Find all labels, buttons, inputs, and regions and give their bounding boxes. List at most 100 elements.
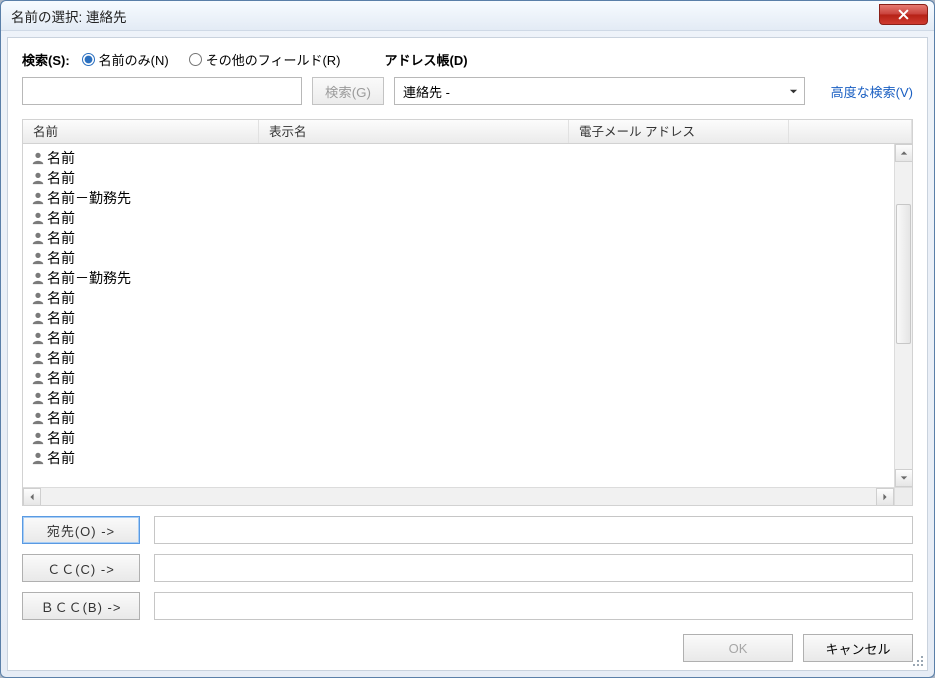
close-button[interactable]	[879, 4, 928, 25]
scroll-left-arrow[interactable]	[23, 488, 41, 505]
contact-name: 名前	[47, 448, 75, 468]
horizontal-scrollbar[interactable]	[23, 487, 894, 505]
scrollbar-corner	[894, 487, 912, 505]
resize-grip-icon[interactable]	[911, 654, 925, 668]
radio-name-only-input[interactable]	[82, 53, 95, 66]
scroll-right-arrow[interactable]	[876, 488, 894, 505]
cc-input[interactable]	[154, 554, 913, 582]
contact-row[interactable]: 名前－勤務先	[23, 188, 894, 208]
search-options-row: 検索(S): 名前のみ(N) その他のフィールド(R) アドレス帳(D)	[22, 50, 913, 69]
person-icon	[29, 211, 47, 225]
person-icon	[29, 231, 47, 245]
contact-rows[interactable]: 名前名前名前－勤務先名前名前名前名前－勤務先名前名前名前名前名前名前名前名前名前	[23, 144, 894, 487]
contact-row[interactable]: 名前－勤務先	[23, 268, 894, 288]
scroll-up-arrow[interactable]	[895, 144, 912, 162]
contact-row[interactable]: 名前	[23, 448, 894, 468]
contact-row[interactable]: 名前	[23, 288, 894, 308]
advanced-search-link[interactable]: 高度な検索(V)	[831, 82, 913, 101]
contact-row[interactable]: 名前	[23, 328, 894, 348]
person-icon	[29, 271, 47, 285]
cc-button[interactable]: ＣＣ(C) ->	[22, 554, 140, 582]
col-name[interactable]: 名前	[23, 120, 259, 143]
contact-row[interactable]: 名前	[23, 168, 894, 188]
contact-name: 名前	[47, 288, 75, 308]
bcc-button[interactable]: ＢＣＣ(B) ->	[22, 592, 140, 620]
contact-row[interactable]: 名前	[23, 228, 894, 248]
scroll-thumb[interactable]	[896, 204, 911, 344]
to-row: 宛先(O) ->	[22, 516, 913, 544]
radio-other-fields-input[interactable]	[189, 53, 202, 66]
chevron-up-icon	[900, 149, 908, 157]
col-spacer	[789, 120, 912, 143]
contact-name: 名前	[47, 228, 75, 248]
contact-name: 名前	[47, 348, 75, 368]
search-button[interactable]: 検索(G)	[312, 77, 384, 105]
person-icon	[29, 411, 47, 425]
person-icon	[29, 351, 47, 365]
radio-other-fields-label: その他のフィールド(R)	[206, 50, 341, 69]
search-controls-row: 検索(G) 連絡先 - 高度な検索(V)	[22, 77, 913, 105]
table-header: 名前 表示名 電子メール アドレス	[23, 120, 912, 144]
titlebar: 名前の選択: 連絡先	[1, 1, 934, 31]
dialog-content: 検索(S): 名前のみ(N) その他のフィールド(R) アドレス帳(D) 検索(…	[7, 37, 928, 671]
contact-name: 名前	[47, 328, 75, 348]
address-book-label: アドレス帳(D)	[385, 50, 468, 69]
address-book-dropdown[interactable]: 連絡先 -	[394, 77, 805, 105]
to-button[interactable]: 宛先(O) ->	[22, 516, 140, 544]
person-icon	[29, 191, 47, 205]
person-icon	[29, 391, 47, 405]
cc-row: ＣＣ(C) ->	[22, 554, 913, 582]
search-input[interactable]	[22, 77, 302, 105]
chevron-right-icon	[881, 493, 889, 501]
person-icon	[29, 251, 47, 265]
contact-name: 名前	[47, 388, 75, 408]
table-body: 名前名前名前－勤務先名前名前名前名前－勤務先名前名前名前名前名前名前名前名前名前	[23, 144, 912, 505]
search-label: 検索(S):	[22, 50, 70, 69]
contact-name: 名前－勤務先	[47, 268, 131, 288]
select-names-dialog: 名前の選択: 連絡先 検索(S): 名前のみ(N) その他のフィールド(R) ア…	[0, 0, 935, 678]
to-input[interactable]	[154, 516, 913, 544]
contact-row[interactable]: 名前	[23, 208, 894, 228]
dialog-footer: OK キャンセル	[22, 630, 913, 662]
contact-row[interactable]: 名前	[23, 428, 894, 448]
contact-row[interactable]: 名前	[23, 368, 894, 388]
person-icon	[29, 431, 47, 445]
col-display-name[interactable]: 表示名	[259, 120, 569, 143]
radio-other-fields[interactable]: その他のフィールド(R)	[189, 50, 341, 69]
contact-row[interactable]: 名前	[23, 248, 894, 268]
person-icon	[29, 291, 47, 305]
contact-row[interactable]: 名前	[23, 388, 894, 408]
contact-name: 名前	[47, 408, 75, 428]
person-icon	[29, 151, 47, 165]
bcc-input[interactable]	[154, 592, 913, 620]
recipient-section: 宛先(O) -> ＣＣ(C) -> ＢＣＣ(B) ->	[22, 516, 913, 630]
vertical-scrollbar[interactable]	[894, 144, 912, 487]
contact-name: 名前	[47, 148, 75, 168]
contact-name: 名前	[47, 208, 75, 228]
contact-name: 名前	[47, 428, 75, 448]
contact-row[interactable]: 名前	[23, 308, 894, 328]
person-icon	[29, 331, 47, 345]
ok-button[interactable]: OK	[683, 634, 793, 662]
chevron-down-icon	[900, 474, 908, 482]
window-title: 名前の選択: 連絡先	[11, 6, 127, 26]
cancel-button[interactable]: キャンセル	[803, 634, 913, 662]
col-email[interactable]: 電子メール アドレス	[569, 120, 789, 143]
radio-name-only-label: 名前のみ(N)	[99, 50, 169, 69]
person-icon	[29, 171, 47, 185]
bcc-row: ＢＣＣ(B) ->	[22, 592, 913, 620]
contact-row[interactable]: 名前	[23, 408, 894, 428]
chevron-left-icon	[28, 493, 36, 501]
contact-name: 名前	[47, 168, 75, 188]
address-book-selected: 連絡先 -	[403, 82, 450, 101]
scroll-down-arrow[interactable]	[895, 469, 912, 487]
close-icon	[898, 9, 909, 20]
contact-name: 名前	[47, 308, 75, 328]
contact-name: 名前	[47, 248, 75, 268]
contact-row[interactable]: 名前	[23, 348, 894, 368]
contacts-table: 名前 表示名 電子メール アドレス 名前名前名前－勤務先名前名前名前名前－勤務先…	[22, 119, 913, 506]
radio-name-only[interactable]: 名前のみ(N)	[82, 50, 169, 69]
person-icon	[29, 451, 47, 465]
person-icon	[29, 311, 47, 325]
contact-row[interactable]: 名前	[23, 148, 894, 168]
